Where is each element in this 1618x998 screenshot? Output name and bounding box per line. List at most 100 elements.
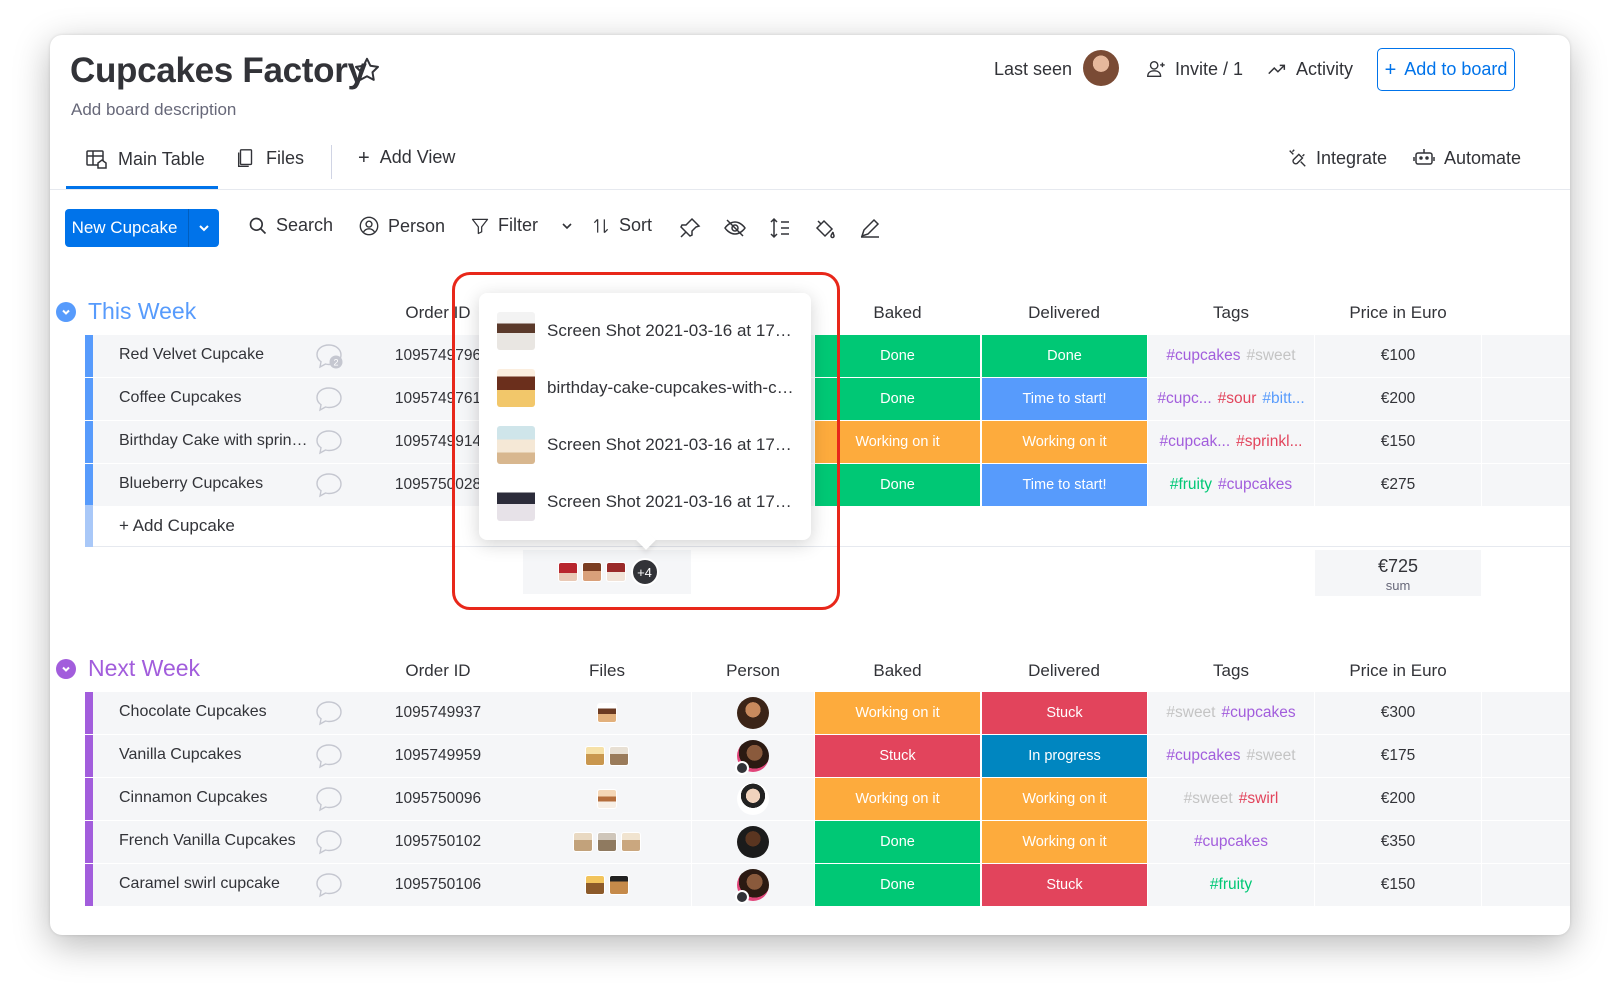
tag[interactable]: #cupcak... [1160,433,1231,451]
chevron-down-icon[interactable] [189,221,219,235]
table-row[interactable]: Chocolate Cupcakes 1095749937 Working on… [85,692,1570,735]
avatar[interactable] [737,697,769,729]
table-row[interactable]: French Vanilla Cupcakes 1095750102 Done … [85,821,1570,864]
files-cell[interactable] [523,864,691,906]
delivered-status-cell[interactable]: In progress [982,735,1147,777]
files-cell[interactable] [523,778,691,820]
sort-button[interactable]: Sort [591,215,652,236]
order-id-cell[interactable]: 1095750102 [353,821,523,863]
tag[interactable]: #sweet [1166,704,1215,722]
tag[interactable]: #cupc... [1157,390,1211,408]
integrate-button[interactable]: Integrate [1286,147,1387,169]
item-name-cell[interactable]: Cinnamon Cupcakes [93,778,353,820]
price-cell[interactable]: €175 [1315,735,1481,777]
chevron-down-icon[interactable] [560,219,574,233]
col-head-tags[interactable]: Tags [1148,661,1314,681]
item-name-cell[interactable]: French Vanilla Cupcakes [93,821,353,863]
col-head-delivered[interactable]: Delivered [981,661,1147,681]
row-height-icon[interactable] [768,216,792,240]
file-thumbnail[interactable] [585,875,605,895]
board-description[interactable]: Add board description [71,100,236,120]
delivered-status-cell[interactable]: Stuck [982,864,1147,906]
price-cell[interactable]: €300 [1315,692,1481,734]
automate-button[interactable]: Automate [1412,147,1521,169]
files-cell[interactable] [523,821,691,863]
delivered-status-cell[interactable]: Working on it [982,821,1147,863]
tag[interactable]: #cupcakes [1218,476,1292,494]
baked-status-cell[interactable]: Stuck [815,735,980,777]
file-thumbnail[interactable] [609,746,629,766]
tags-cell[interactable]: #cupcakes #sweet [1148,335,1314,377]
chevron-down-icon[interactable] [56,658,76,679]
person-cell[interactable] [692,864,814,906]
tag[interactable]: #cupcakes [1194,833,1268,851]
item-name-cell[interactable]: Caramel swirl cupcake [93,864,353,906]
tag[interactable]: #cupcakes [1166,747,1240,765]
col-head-person[interactable]: Person [692,661,814,681]
tag[interactable]: #swirl [1239,790,1279,808]
baked-status-cell[interactable]: Done [815,864,980,906]
file-thumbnail[interactable] [573,832,593,852]
tag[interactable]: #sweet [1246,347,1295,365]
item-name[interactable]: Birthday Cake with sprinkl... [119,432,314,450]
comment-icon[interactable] [314,428,344,456]
col-head-price[interactable]: Price in Euro [1315,661,1481,681]
avatar[interactable] [735,740,769,775]
paint-bucket-icon[interactable] [813,216,837,240]
eye-off-icon[interactable] [723,216,747,240]
item-name[interactable]: Blueberry Cupcakes [119,475,314,493]
price-cell[interactable]: €150 [1315,864,1481,906]
tags-cell[interactable]: #fruity [1148,864,1314,906]
item-name[interactable]: Vanilla Cupcakes [119,746,314,764]
comment-icon[interactable] [314,828,344,856]
tag[interactable]: #fruity [1170,476,1212,494]
last-seen-label[interactable]: Last seen [994,59,1072,80]
avatar[interactable] [737,783,769,815]
item-name[interactable]: Red Velvet Cupcake [119,346,314,364]
item-name-cell[interactable]: Coffee Cupcakes [93,378,353,420]
tag[interactable]: #bitt... [1262,390,1304,408]
tag[interactable]: #sour [1218,390,1257,408]
tags-cell[interactable]: #cupc... #sour #bitt... [1148,378,1314,420]
delivered-status-cell[interactable]: Time to start! [982,464,1147,506]
col-head-price[interactable]: Price in Euro [1315,303,1481,323]
pen-icon[interactable] [858,216,882,240]
person-cell[interactable] [692,692,814,734]
price-cell[interactable]: €350 [1315,821,1481,863]
tag[interactable]: #cupcakes [1222,704,1296,722]
price-cell[interactable]: €150 [1315,421,1481,463]
price-cell[interactable]: €200 [1315,378,1481,420]
table-row[interactable]: Vanilla Cupcakes 1095749959 Stuck In pro… [85,735,1570,778]
col-head-files[interactable]: Files [523,661,691,681]
order-id-cell[interactable]: 1095749959 [353,735,523,777]
col-head-order-id[interactable]: Order ID [353,661,523,681]
activity-button[interactable]: Activity [1266,58,1353,80]
files-cell[interactable] [523,735,691,777]
tag[interactable]: #cupcakes [1166,347,1240,365]
price-cell[interactable]: €200 [1315,778,1481,820]
tags-cell[interactable]: #cupcakes #sweet [1148,735,1314,777]
group-title-next-week[interactable]: Next Week [56,655,200,682]
baked-status-cell[interactable]: Done [815,821,980,863]
comment-count-icon[interactable]: 2 [314,342,344,370]
item-name-cell[interactable]: Birthday Cake with sprinkl... [93,421,353,463]
avatar[interactable] [735,869,769,904]
star-icon[interactable] [352,55,382,85]
table-row[interactable]: Cinnamon Cupcakes 1095750096 Working on … [85,778,1570,821]
person-filter-button[interactable]: Person [358,215,445,237]
tags-cell[interactable]: #sweet #cupcakes [1148,692,1314,734]
last-seen-avatar[interactable] [1083,50,1119,86]
group-title-this-week[interactable]: This Week [56,298,196,325]
comment-icon[interactable] [314,385,344,413]
avatar[interactable] [737,826,769,858]
tags-cell[interactable]: #cupcak... #sprinkl... [1148,421,1314,463]
price-cell[interactable]: €100 [1315,335,1481,377]
comment-icon[interactable] [314,742,344,770]
item-name[interactable]: Coffee Cupcakes [119,389,314,407]
file-thumbnail[interactable] [609,875,629,895]
item-name[interactable]: French Vanilla Cupcakes [119,832,314,850]
file-thumbnail[interactable] [597,703,617,723]
tags-cell[interactable]: #sweet #swirl [1148,778,1314,820]
add-item-label[interactable]: + Add Cupcake [119,516,235,536]
tag[interactable]: #sprinkl... [1236,433,1302,451]
